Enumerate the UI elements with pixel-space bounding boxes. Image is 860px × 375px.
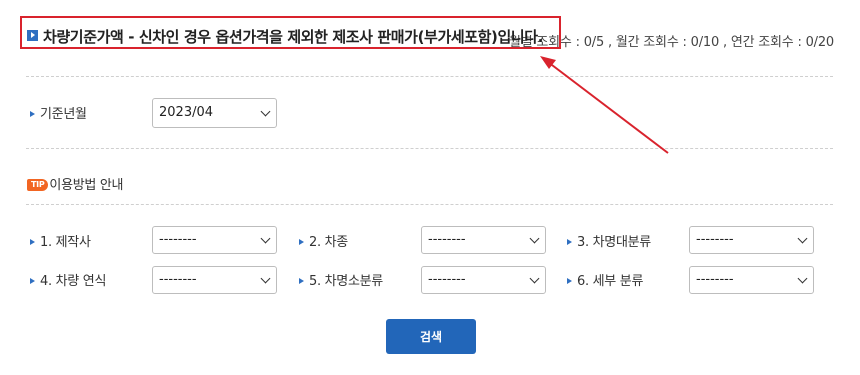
bullet-triangle-icon <box>30 277 35 284</box>
filter-label-car-type: 2. 차종 <box>299 231 348 250</box>
bullet-triangle-icon <box>30 110 35 117</box>
filter-label-detail-category: 6. 세부 분류 <box>567 270 643 289</box>
search-button[interactable]: 검색 <box>386 319 476 354</box>
filter-label-text: 3. 차명대분류 <box>577 235 651 250</box>
filter-label-model-year: 4. 차량 연식 <box>30 270 106 289</box>
divider <box>26 204 833 205</box>
model-major-value: -------- <box>696 232 734 247</box>
filter-label-model-major: 3. 차명대분류 <box>567 231 651 250</box>
manufacturer-select[interactable]: -------- <box>152 226 277 254</box>
model-year-value: -------- <box>159 272 197 287</box>
chevron-down-icon <box>529 233 540 244</box>
chevron-down-icon <box>260 273 271 284</box>
usage-guide-link[interactable]: TIP 이용방법 안내 <box>27 174 124 193</box>
usage-guide-label: 이용방법 안내 <box>49 178 124 193</box>
tip-badge: TIP <box>27 178 49 191</box>
bullet-triangle-icon <box>299 277 304 284</box>
detail-category-select[interactable]: -------- <box>689 266 814 294</box>
chevron-down-icon <box>797 273 808 284</box>
filter-label-model-minor: 5. 차명소분류 <box>299 270 383 289</box>
model-minor-value: -------- <box>428 272 466 287</box>
manufacturer-value: -------- <box>159 232 197 247</box>
car-type-value: -------- <box>428 232 466 247</box>
divider <box>26 76 833 77</box>
filter-label-text: 2. 차종 <box>309 235 348 250</box>
car-type-select[interactable]: -------- <box>421 226 546 254</box>
divider <box>26 148 833 149</box>
filter-label-manufacturer: 1. 제작사 <box>30 231 91 250</box>
bullet-triangle-icon <box>567 238 572 245</box>
filter-label-text: 5. 차명소분류 <box>309 274 383 289</box>
filter-label-text: 1. 제작사 <box>40 235 91 250</box>
chevron-down-icon <box>260 233 271 244</box>
model-minor-select[interactable]: -------- <box>421 266 546 294</box>
chevron-down-icon <box>529 273 540 284</box>
page-title-text: 차량기준가액 - 신차인 경우 옵션가격을 제외한 제조사 판매가(부가세포함)… <box>43 28 543 46</box>
base-month-value: 2023/04 <box>159 105 214 120</box>
play-square-icon <box>27 30 38 41</box>
filter-label-text: 4. 차량 연식 <box>40 274 107 289</box>
model-year-select[interactable]: -------- <box>152 266 277 294</box>
bullet-triangle-icon <box>567 277 572 284</box>
detail-category-value: -------- <box>696 272 734 287</box>
filter-label-text: 6. 세부 분류 <box>577 274 644 289</box>
base-month-select[interactable]: 2023/04 <box>152 98 277 128</box>
bullet-triangle-icon <box>299 238 304 245</box>
chevron-down-icon <box>797 233 808 244</box>
page-title: 차량기준가액 - 신차인 경우 옵션가격을 제외한 제조사 판매가(부가세포함)… <box>27 26 543 47</box>
base-month-label: 기준년월 <box>30 103 87 122</box>
bullet-triangle-icon <box>30 238 35 245</box>
chevron-down-icon <box>260 106 271 117</box>
model-major-select[interactable]: -------- <box>689 226 814 254</box>
base-month-label-text: 기준년월 <box>40 107 87 122</box>
